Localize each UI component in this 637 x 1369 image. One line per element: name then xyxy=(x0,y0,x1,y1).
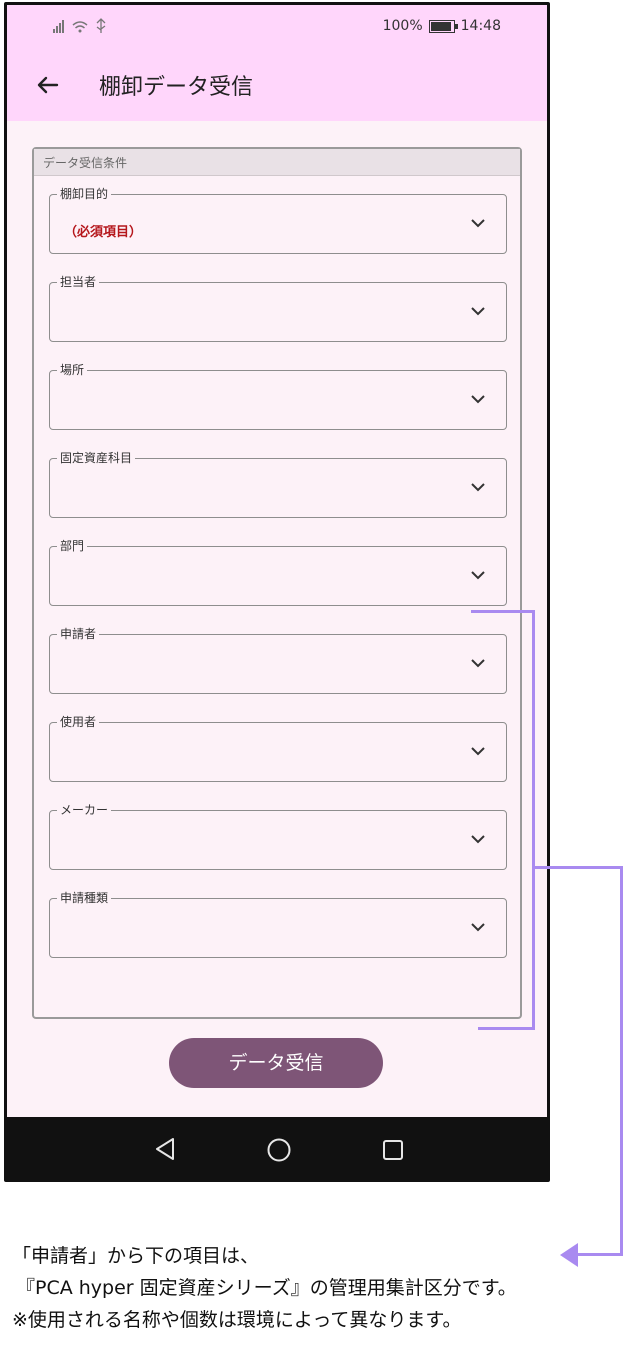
battery-icon xyxy=(428,19,458,33)
android-nav-bar xyxy=(7,1117,547,1179)
annotation-connector-horizontal xyxy=(535,866,623,869)
chevron-down-icon xyxy=(471,747,485,756)
signal-wifi-usb-icons xyxy=(51,17,113,39)
signal-icon xyxy=(53,18,106,33)
panel-title: データ受信条件 xyxy=(43,156,128,170)
clock: 14:48 xyxy=(460,18,501,34)
field-label: 場所 xyxy=(57,362,88,378)
field-user[interactable]: 使用者 xyxy=(49,714,507,782)
field-label: 棚卸目的 xyxy=(57,186,112,202)
field-label: 担当者 xyxy=(57,274,100,290)
chevron-down-icon xyxy=(471,307,485,316)
app-screen: 100% 14:48 棚卸データ受信 データ受信条件 棚卸目的 （必須項目） 担… xyxy=(7,5,547,1117)
status-bar: 100% 14:48 xyxy=(7,5,547,51)
arrow-left-icon[interactable] xyxy=(31,68,65,102)
note-line-2: 『PCA hyper 固定資産シリーズ』の管理用集計区分です。 xyxy=(16,1277,517,1299)
status-right: 100% 14:48 xyxy=(383,18,501,34)
field-label: 申請者 xyxy=(57,626,100,642)
battery-percent: 100% xyxy=(382,18,423,34)
circle-home-icon[interactable] xyxy=(266,1137,292,1163)
chevron-down-icon xyxy=(471,659,485,668)
annotation-connector-to-arrow xyxy=(574,1253,623,1256)
arrow-left-icon xyxy=(560,1243,578,1267)
field-location[interactable]: 場所 xyxy=(49,362,507,430)
field-inventory-purpose[interactable]: 棚卸目的 （必須項目） xyxy=(49,186,507,254)
chevron-down-icon xyxy=(471,395,485,404)
field-applicant[interactable]: 申請者 xyxy=(49,626,507,694)
field-label: 申請種類 xyxy=(57,890,112,906)
field-label: 使用者 xyxy=(57,714,100,730)
field-department[interactable]: 部門 xyxy=(49,538,507,606)
field-person-in-charge[interactable]: 担当者 xyxy=(49,274,507,342)
note-line-1: 「申請者」から下の項目は、 xyxy=(12,1245,260,1267)
chevron-down-icon xyxy=(471,923,485,932)
chevron-down-icon xyxy=(471,483,485,492)
field-application-type[interactable]: 申請種類 xyxy=(49,890,507,958)
annotation-bracket-top xyxy=(471,610,535,613)
field-asset-account[interactable]: 固定資産科目 xyxy=(49,450,507,518)
annotation-connector-vertical xyxy=(620,866,623,1256)
app-bar: 棚卸データ受信 xyxy=(7,51,547,121)
field-value-required: （必須項目） xyxy=(64,225,143,240)
note-line-3: ※使用される名称や個数は環境によって異なります。 xyxy=(12,1309,462,1331)
field-label: 固定資産科目 xyxy=(57,450,136,466)
field-label: メーカー xyxy=(57,802,112,818)
annotation-bracket-bottom xyxy=(478,1027,535,1030)
panel-header: データ受信条件 xyxy=(34,149,520,176)
page-title: 棚卸データ受信 xyxy=(99,75,254,100)
annotation-note: 「申請者」から下の項目は、 『PCA hyper 固定資産シリーズ』の管理用集計… xyxy=(12,1240,517,1336)
phone-frame: 100% 14:48 棚卸データ受信 データ受信条件 棚卸目的 （必須項目） 担… xyxy=(4,2,550,1182)
square-recent-icon[interactable] xyxy=(382,1139,404,1161)
field-label: 部門 xyxy=(57,538,88,554)
receive-data-button[interactable]: データ受信 xyxy=(169,1038,383,1088)
triangle-back-icon[interactable] xyxy=(153,1136,177,1162)
chevron-down-icon xyxy=(471,219,485,228)
chevron-down-icon xyxy=(471,571,485,580)
annotation-bracket-vertical xyxy=(532,610,535,1030)
receive-conditions-panel: データ受信条件 棚卸目的 （必須項目） 担当者 場所 固定資産科目 部門 申請者… xyxy=(32,147,522,1019)
field-maker[interactable]: メーカー xyxy=(49,802,507,870)
chevron-down-icon xyxy=(471,835,485,844)
